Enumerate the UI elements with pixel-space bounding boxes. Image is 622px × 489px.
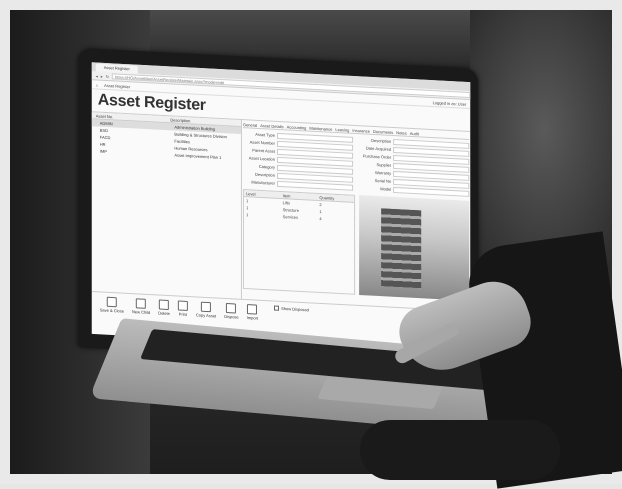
field-label: Asset Location	[248, 155, 275, 162]
new-child-button[interactable]: New Child	[132, 298, 150, 315]
field-label: Warranty	[375, 169, 392, 176]
field-label: Category	[258, 163, 275, 170]
tab-general[interactable]: General	[243, 121, 257, 128]
forward-icon[interactable]: ▸	[101, 73, 103, 78]
dispose-button[interactable]: Dispose	[224, 303, 239, 320]
copy-asset-button[interactable]: Copy Asset	[196, 301, 216, 318]
field-label: Description	[371, 137, 392, 144]
button-label: Save & Close	[99, 307, 125, 314]
button-label: Delete	[158, 310, 170, 317]
person-lower-arm	[360, 420, 560, 480]
cell: 4	[319, 215, 322, 222]
nav-breadcrumb[interactable]: Asset Register	[104, 82, 130, 88]
checkbox-label: Show Disposed	[281, 305, 309, 313]
detail-lower: Level Item Quantity 1 Lifts 2 1 Structure 1 …	[242, 189, 470, 301]
button-label: New Child	[132, 309, 151, 316]
copy-icon	[201, 301, 212, 313]
button-label: Dispose	[224, 313, 239, 320]
button-label: Print	[178, 311, 188, 317]
refresh-icon[interactable]: ↻	[106, 74, 109, 79]
tab-maintenance[interactable]: Maintenance	[309, 125, 332, 132]
tab-documents[interactable]: Documents	[373, 128, 393, 135]
cell: Services	[282, 214, 299, 220]
back-icon[interactable]: ◂	[96, 73, 98, 78]
field-label: Asset Number	[249, 139, 275, 146]
main-panel: Asset No. Description ADMIN Administratio…	[91, 111, 471, 311]
field-label: Parent Asset	[252, 147, 275, 154]
save-close-button[interactable]: Save & Close	[99, 296, 125, 314]
field-label: Serial No	[374, 177, 392, 184]
trash-icon	[226, 303, 237, 314]
delete-button[interactable]: Delete	[158, 299, 170, 316]
field-label: Manufacturer	[251, 179, 275, 186]
field-label: Asset Type	[255, 131, 275, 138]
asset-detail: General Asset Details Accounting Mainten…	[242, 120, 470, 311]
components-table: Level Item Quantity 1 Lifts 2 1 Structure 1 …	[242, 189, 356, 295]
detail-form: Asset Type Description Asset Number Date…	[243, 128, 470, 197]
field-label: Description	[254, 171, 275, 178]
tab-audit[interactable]: Audit	[410, 130, 419, 136]
tab-insurance[interactable]: Insurance	[352, 127, 370, 134]
user-info: Logged in as: User	[432, 99, 467, 107]
tab-leasing[interactable]: Leasing	[335, 126, 349, 133]
asset-photo	[359, 195, 470, 301]
delete-icon	[159, 299, 170, 311]
print-button[interactable]: Print	[177, 300, 188, 317]
print-icon	[177, 300, 188, 311]
field-label: Model	[380, 186, 392, 192]
button-label: Copy Asset	[195, 312, 217, 319]
photo-frame: Asset Register ◂ ▸ ↻ https://HQ/AssetMan…	[0, 0, 622, 489]
import-button[interactable]: Import	[247, 304, 258, 321]
home-icon[interactable]: ⌂	[96, 82, 98, 87]
asset-tree: Asset No. Description ADMIN Administratio…	[91, 112, 242, 299]
cell: 1	[245, 212, 249, 218]
field-label: Purchase Order	[362, 153, 392, 160]
tab-asset-details[interactable]: Asset Details	[260, 122, 283, 129]
import-icon	[247, 304, 258, 315]
field-label: Supplier	[376, 162, 392, 168]
save-icon	[106, 296, 117, 308]
field-label: Date Acquired	[365, 145, 392, 152]
tab-accounting[interactable]: Accounting	[287, 123, 307, 130]
checkbox[interactable]	[274, 305, 280, 311]
new-icon	[136, 298, 147, 309]
building-image	[381, 208, 422, 289]
button-label: Import	[246, 315, 259, 321]
tab-notes[interactable]: Notes	[396, 129, 406, 136]
show-disposed-toggle[interactable]: Show Disposed	[274, 305, 309, 324]
